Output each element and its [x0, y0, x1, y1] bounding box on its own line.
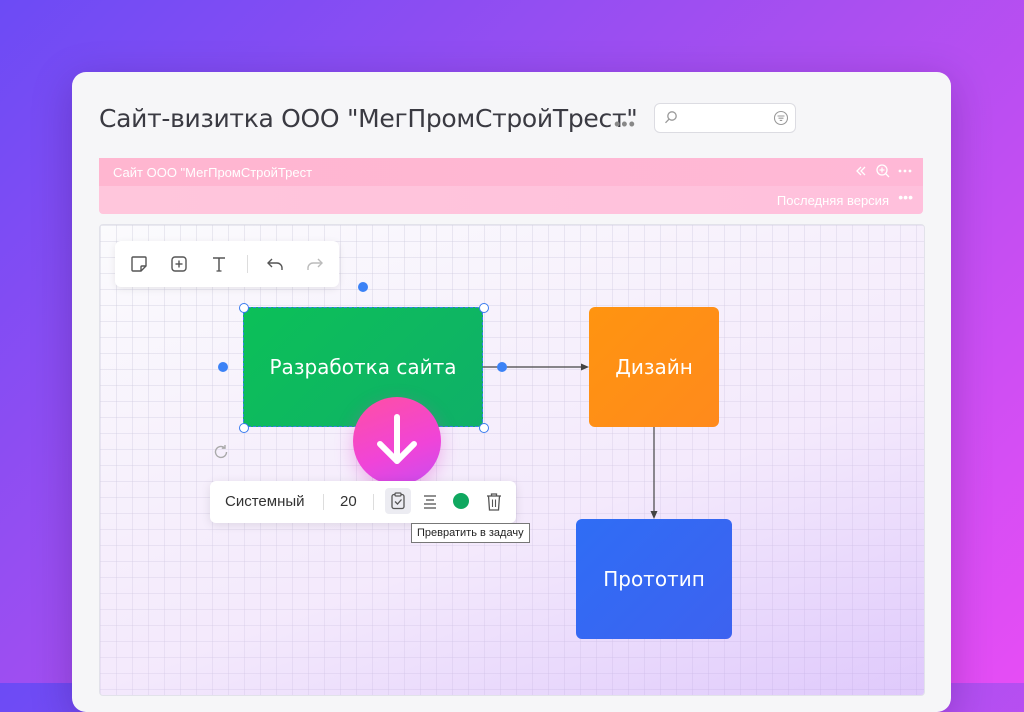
- format-divider: [373, 494, 374, 510]
- connector-point-top[interactable]: [358, 282, 368, 292]
- page-title: Сайт-визитка ООО "МегПромСтройТрест": [99, 104, 638, 133]
- resize-handle-top-left[interactable]: [239, 303, 249, 313]
- text-icon[interactable]: [209, 254, 229, 274]
- font-select[interactable]: Системный: [225, 493, 305, 510]
- app-window: Сайт-визитка ООО "МегПромСтройТрест" •••…: [72, 72, 951, 712]
- version-more-button[interactable]: •••: [898, 189, 913, 205]
- resize-handle-top-right[interactable]: [479, 303, 489, 313]
- more-icon[interactable]: [897, 163, 913, 179]
- clipboard-check-icon: [391, 492, 405, 510]
- search-icon: [665, 111, 677, 124]
- resize-handle-bottom-right[interactable]: [479, 423, 489, 433]
- redo-icon[interactable]: [305, 254, 325, 274]
- font-size-select[interactable]: 20: [340, 493, 357, 510]
- arrow-down-badge: [353, 397, 441, 485]
- document-tools: [853, 163, 913, 179]
- convert-to-task-button[interactable]: [385, 488, 411, 514]
- text-align-icon[interactable]: [420, 492, 440, 512]
- trash-icon[interactable]: [484, 491, 504, 513]
- format-divider: [323, 494, 324, 510]
- color-picker[interactable]: [453, 493, 469, 509]
- search-input[interactable]: [654, 103, 796, 133]
- version-label[interactable]: Последняя версия: [777, 193, 889, 208]
- rotate-icon[interactable]: [212, 443, 230, 461]
- connector-point-left[interactable]: [218, 362, 228, 372]
- sticky-note-icon[interactable]: [129, 254, 149, 274]
- node-prototype[interactable]: Прототип: [576, 519, 732, 639]
- resize-handle-bottom-left[interactable]: [239, 423, 249, 433]
- undo-icon[interactable]: [265, 254, 285, 274]
- node-design[interactable]: Дизайн: [589, 307, 719, 427]
- format-bar: Системный 20: [210, 481, 516, 523]
- canvas-toolbar: [115, 241, 339, 287]
- document-bar: Сайт ООО "МегПромСтройТрест Последняя ве…: [99, 158, 923, 214]
- document-name: Сайт ООО "МегПромСтройТрест: [113, 165, 313, 180]
- toolbar-divider: [247, 255, 248, 273]
- filter-icon[interactable]: [773, 110, 789, 126]
- zoom-in-icon[interactable]: [875, 163, 891, 179]
- connector-point-right[interactable]: [497, 362, 507, 372]
- arrow-down-icon: [377, 414, 417, 464]
- title-more-button[interactable]: •••: [614, 114, 636, 135]
- whiteboard-canvas[interactable]: Разработка сайта Дизайн Прототип Системн…: [99, 224, 925, 696]
- tooltip: Превратить в задачу: [411, 523, 530, 543]
- collapse-icon[interactable]: [853, 163, 869, 179]
- add-frame-icon[interactable]: [169, 254, 189, 274]
